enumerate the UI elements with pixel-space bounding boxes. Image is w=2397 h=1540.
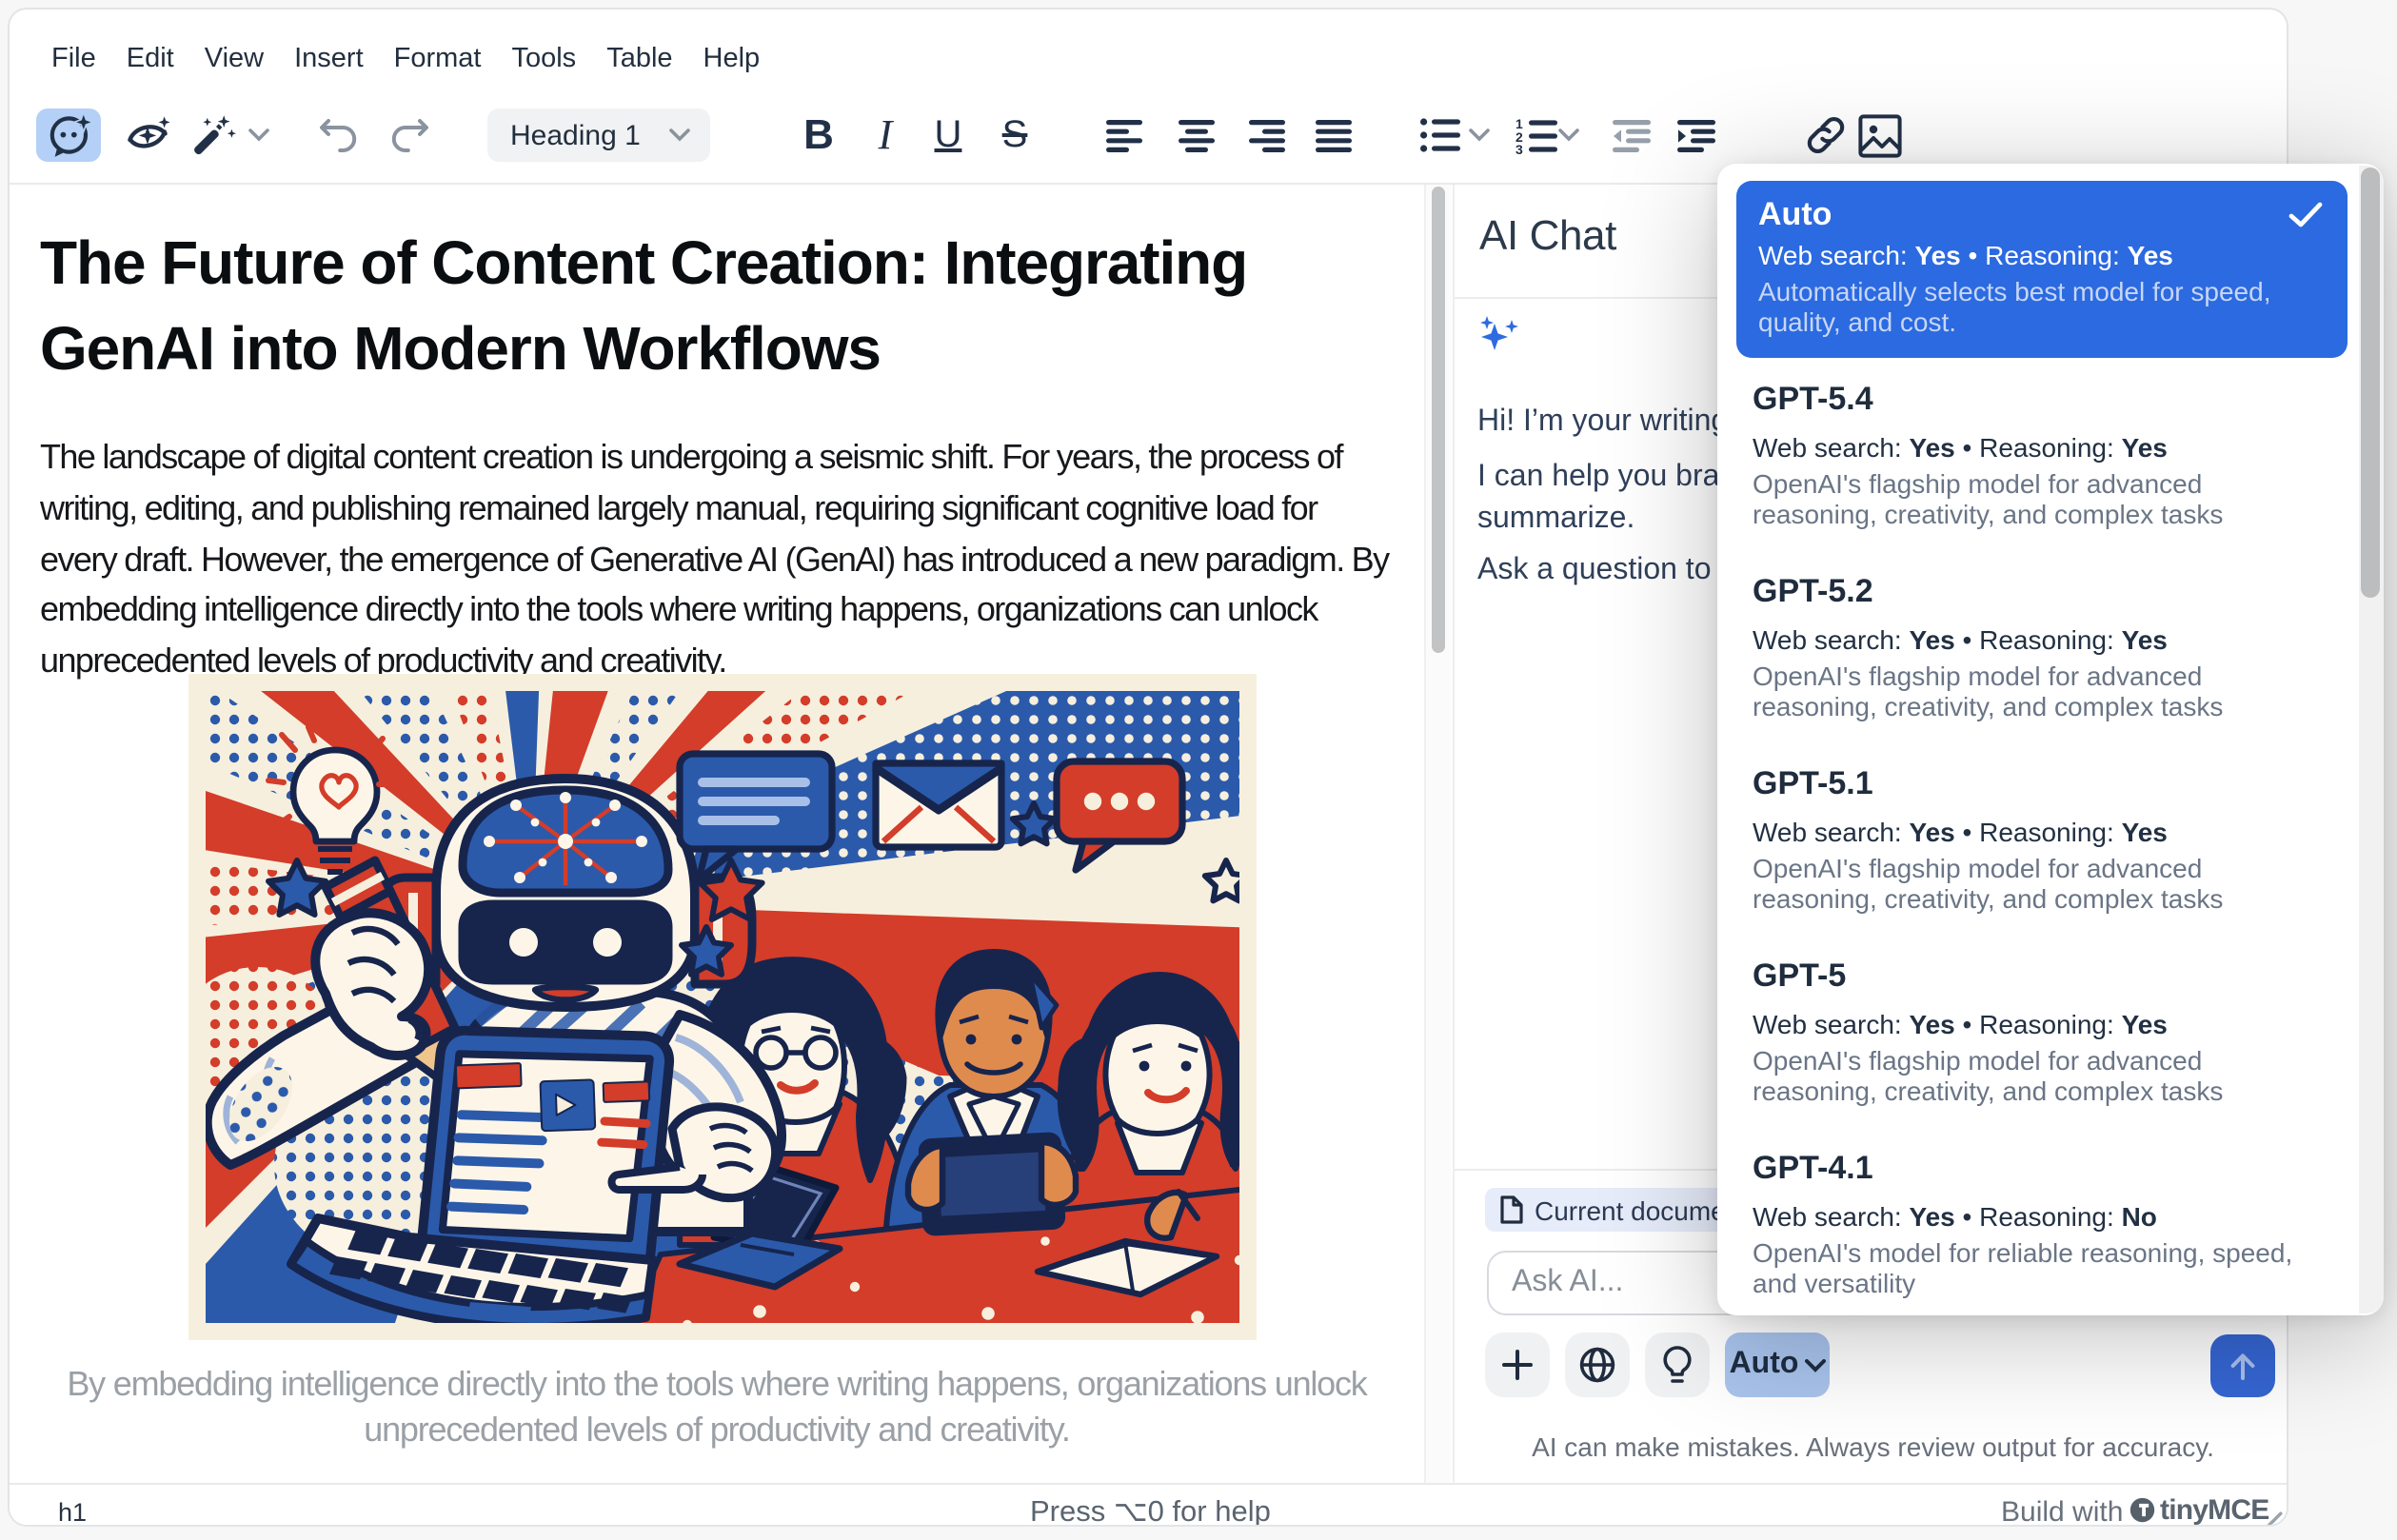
svg-text:3: 3	[1515, 141, 1523, 153]
